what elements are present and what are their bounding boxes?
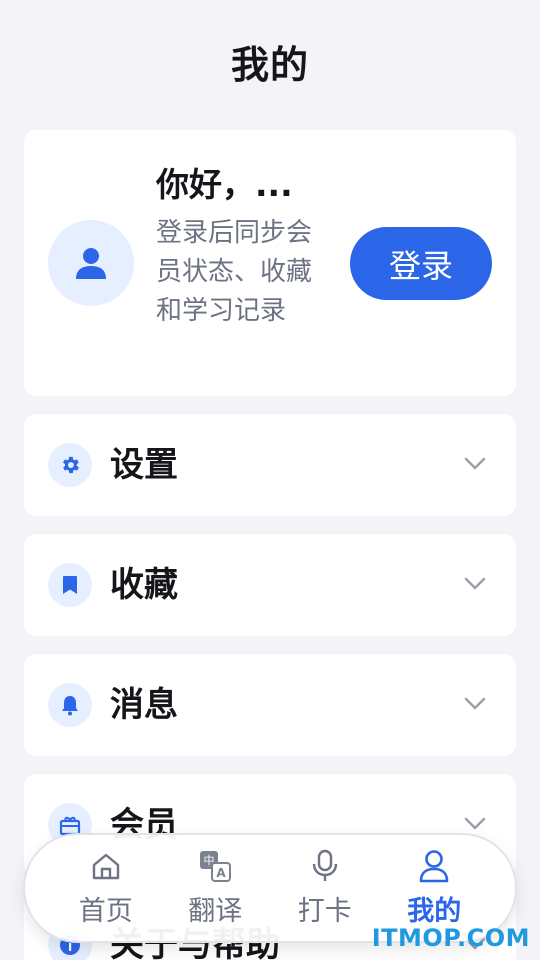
chevron-down-icon[interactable] <box>464 816 486 832</box>
chevron-down-icon[interactable] <box>464 456 486 472</box>
menu-item-settings[interactable]: 设置 <box>24 414 516 516</box>
chevron-down-icon[interactable] <box>464 576 486 592</box>
greeting-text: 你好，... <box>156 165 293 204</box>
translate-icon: 中 A <box>200 850 232 882</box>
avatar[interactable] <box>48 220 134 306</box>
microphone-icon <box>312 849 337 881</box>
watermark-logo: ITMOP.COM <box>371 924 530 952</box>
login-hint-text: 登录后同步会员状态、收藏和学习记录 <box>156 218 313 326</box>
menu-item-label: 收藏 <box>110 565 178 605</box>
tab-label: 首页 <box>78 895 133 927</box>
menu-icon-bg <box>48 683 92 727</box>
tab-translate[interactable]: 中 A 翻译 <box>165 849 265 928</box>
bell-icon <box>62 696 78 716</box>
menu-icon-bg <box>48 443 92 487</box>
login-button[interactable]: 登录 <box>350 227 492 300</box>
bookmark-icon <box>63 576 77 594</box>
menu-item-messages[interactable]: 消息 <box>24 654 516 756</box>
menu-item-label: 设置 <box>110 445 178 485</box>
person-icon <box>419 849 449 882</box>
menu-item-favorites[interactable]: 收藏 <box>24 534 516 636</box>
tab-home[interactable]: 首页 <box>56 849 156 928</box>
menu-item-label: 消息 <box>110 685 178 725</box>
tab-mine[interactable]: 我的 <box>384 849 484 928</box>
tab-label: 我的 <box>407 895 462 927</box>
gear-icon <box>63 456 79 474</box>
home-icon <box>92 853 119 879</box>
svg-text:A: A <box>217 866 227 880</box>
profile-page: 我的 你好，... 登录后同步会员状态、收藏和学习记录 登录 设置 收藏 消息 … <box>0 0 540 960</box>
user-icon <box>76 248 106 279</box>
tab-checkin[interactable]: 打卡 <box>275 849 375 928</box>
gift-icon <box>59 816 81 836</box>
page-title: 我的 <box>230 43 309 87</box>
tab-label: 翻译 <box>188 895 243 927</box>
tab-label: 打卡 <box>297 895 352 927</box>
profile-card: 你好，... 登录后同步会员状态、收藏和学习记录 登录 <box>24 130 516 396</box>
chevron-down-icon[interactable] <box>464 696 486 712</box>
menu-icon-bg <box>48 563 92 607</box>
